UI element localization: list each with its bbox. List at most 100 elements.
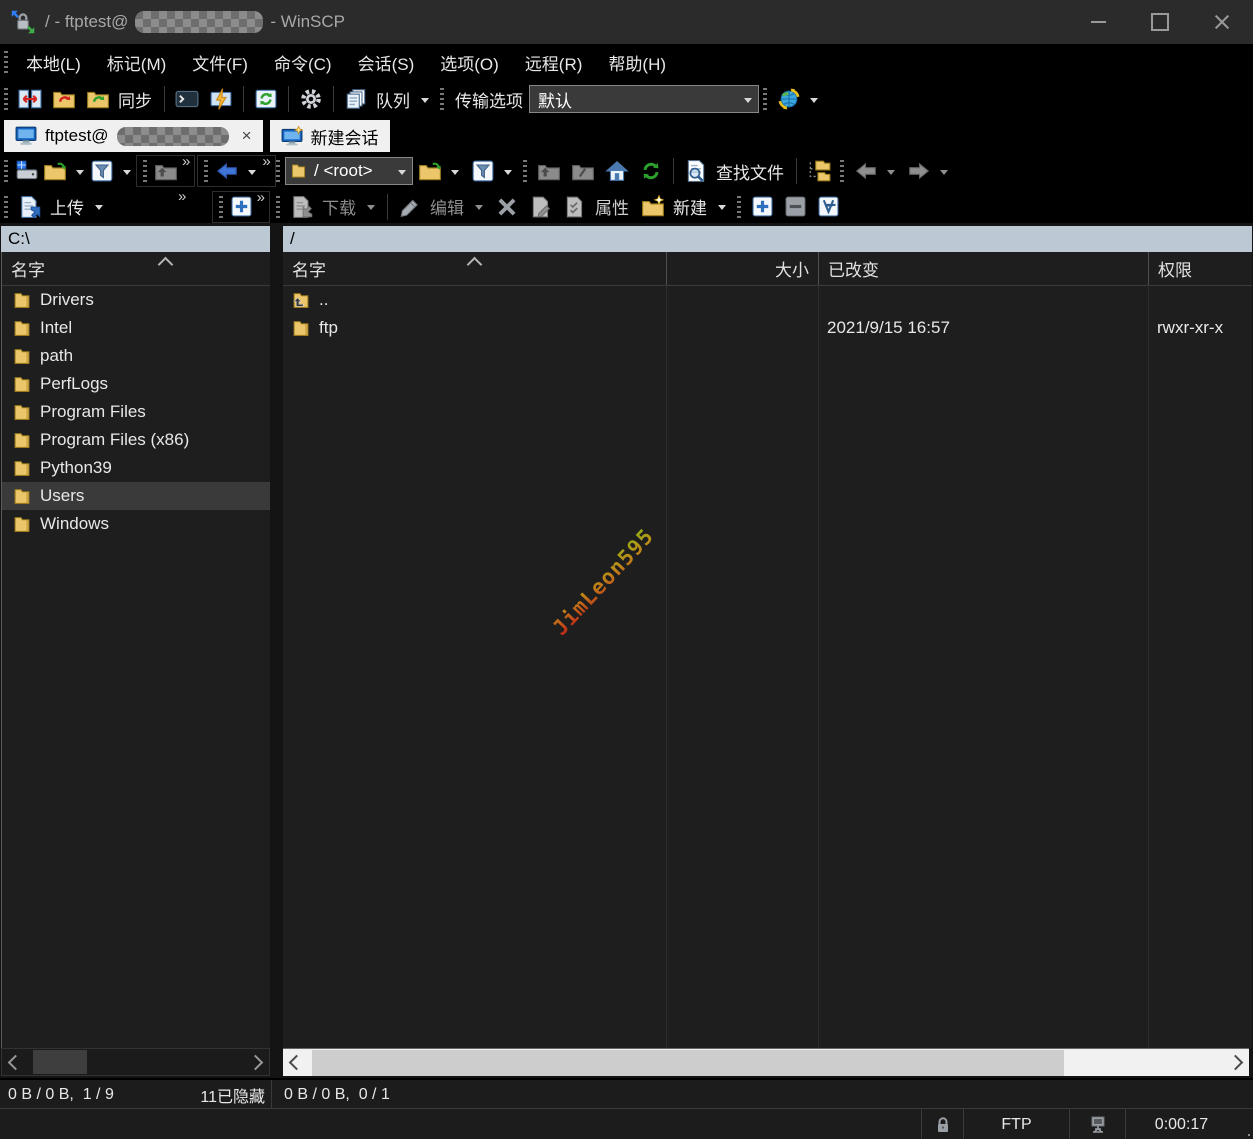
scroll-right-icon[interactable] <box>1228 1055 1244 1071</box>
open-directory-dropdown-icon[interactable] <box>76 170 84 175</box>
menu-remote[interactable]: 远程(R) <box>512 50 596 75</box>
menu-session[interactable]: 会话(S) <box>345 50 428 75</box>
local-path-bar[interactable]: C:\ <box>1 226 270 252</box>
close-button[interactable] <box>1191 0 1253 44</box>
toolbar-grip[interactable] <box>276 160 280 182</box>
overflow-chevron[interactable]: » <box>257 192 265 204</box>
upload-dropdown-icon[interactable] <box>95 205 103 210</box>
edit-button[interactable]: 编辑 <box>393 191 490 222</box>
remote-refresh-button[interactable] <box>634 156 668 186</box>
download-button[interactable]: 下载 <box>285 191 382 222</box>
file-row-parent[interactable]: .. <box>283 286 1252 314</box>
session-color-button[interactable] <box>772 84 825 114</box>
new-button[interactable]: 新建 <box>636 191 733 222</box>
local-select-button[interactable] <box>228 192 255 221</box>
menu-commands[interactable]: 命令(C) <box>261 50 345 75</box>
file-row-program-files-x86[interactable]: Program Files (x86) <box>2 426 270 454</box>
file-row-intel[interactable]: Intel <box>2 314 270 342</box>
tab-close-button[interactable]: × <box>242 126 252 146</box>
refresh-session-button[interactable] <box>249 84 283 114</box>
overflow-chevron[interactable]: » <box>178 191 186 203</box>
toolbar-grip[interactable] <box>737 196 741 218</box>
transfer-settings-combo[interactable]: 默认 <box>529 85 759 113</box>
scroll-left-icon[interactable] <box>8 1054 24 1070</box>
toolbar-grip[interactable] <box>4 88 8 110</box>
toolbar-grip[interactable] <box>440 88 444 110</box>
swap-panels-button[interactable] <box>13 84 47 114</box>
local-open-directory-button[interactable] <box>41 156 88 186</box>
toolbar-grip[interactable] <box>840 160 844 182</box>
forward-dropdown-icon[interactable] <box>940 170 948 175</box>
local-back-button[interactable] <box>213 156 260 186</box>
find-files-button[interactable]: 查找文件 <box>679 156 791 187</box>
new-dropdown-icon[interactable] <box>718 205 726 210</box>
local-header-name[interactable]: 名字 <box>2 252 54 285</box>
back-dropdown-icon[interactable] <box>887 170 895 175</box>
menu-file[interactable]: 文件(F) <box>179 50 261 75</box>
local-scrollbar-thumb[interactable] <box>33 1050 87 1074</box>
remote-filter-button[interactable] <box>466 156 519 186</box>
session-color-dropdown-icon[interactable] <box>810 98 818 103</box>
properties-button[interactable]: 属性 <box>558 191 636 222</box>
filter-dropdown-icon[interactable] <box>123 170 131 175</box>
synchronize-browsing-button[interactable] <box>47 84 81 114</box>
remote-select-button[interactable] <box>746 192 779 221</box>
file-row-windows[interactable]: Windows <box>2 510 270 538</box>
toolbar-grip[interactable] <box>4 196 8 218</box>
resize-grip[interactable] <box>1237 1109 1253 1139</box>
protocol-cell[interactable]: FTP <box>963 1109 1069 1139</box>
local-drive-button[interactable] <box>13 156 41 186</box>
menubar-grip[interactable] <box>4 51 8 73</box>
local-filter-button[interactable] <box>88 156 135 186</box>
preferences-button[interactable] <box>294 84 328 114</box>
menu-help[interactable]: 帮助(H) <box>595 50 679 75</box>
local-parent-directory-button[interactable] <box>152 156 180 186</box>
remote-directory-combo[interactable]: / <root> <box>285 157 413 185</box>
synchronize-button[interactable]: 同步 <box>81 84 159 115</box>
menu-local[interactable]: 本地(L) <box>13 50 94 75</box>
remote-header-size[interactable]: 大小 <box>666 252 818 285</box>
minimize-button[interactable] <box>1067 0 1129 44</box>
remote-root-directory-button[interactable] <box>566 156 600 186</box>
overflow-chevron[interactable]: » <box>182 156 190 168</box>
remote-unselect-button[interactable] <box>779 192 812 221</box>
file-row-ftp[interactable]: ftp 2021/9/15 16:57 rwxr-xr-x <box>283 314 1252 342</box>
maximize-button[interactable] <box>1129 0 1191 44</box>
queue-button[interactable]: 队列 <box>339 84 436 115</box>
toolbar-grip[interactable] <box>219 196 223 218</box>
remote-header-rights[interactable]: 权限 <box>1148 252 1252 285</box>
remote-scrollbar-thumb[interactable] <box>312 1050 1064 1076</box>
remote-open-directory-button[interactable] <box>413 156 466 186</box>
overflow-chevron[interactable]: » <box>262 156 270 168</box>
toolbar-grip[interactable] <box>143 160 147 182</box>
connection-status-cell[interactable] <box>1069 1109 1125 1139</box>
remote-parent-directory-button[interactable] <box>532 156 566 186</box>
queue-dropdown-icon[interactable] <box>421 98 429 103</box>
local-horizontal-scrollbar[interactable] <box>1 1048 270 1076</box>
file-row-python39[interactable]: Python39 <box>2 454 270 482</box>
filter-dropdown-icon[interactable] <box>504 170 512 175</box>
delete-button[interactable] <box>490 192 524 222</box>
open-terminal-button[interactable] <box>170 84 204 114</box>
file-row-drivers[interactable]: Drivers <box>2 286 270 314</box>
directory-tree-button[interactable] <box>802 156 836 186</box>
invert-selection-button[interactable] <box>812 192 845 221</box>
session-tab-active[interactable]: ftptest@ × <box>4 120 263 152</box>
file-row-perflogs[interactable]: PerfLogs <box>2 370 270 398</box>
remote-header-changed[interactable]: 已改变 <box>818 252 1148 285</box>
new-session-tab[interactable]: 新建会话 <box>270 120 390 152</box>
toolbar-grip[interactable] <box>204 160 208 182</box>
file-row-users-selected[interactable]: Users <box>2 482 270 510</box>
file-row-path[interactable]: path <box>2 342 270 370</box>
rename-button[interactable] <box>524 192 558 222</box>
toolbar-grip[interactable] <box>763 88 767 110</box>
edit-dropdown-icon[interactable] <box>475 205 483 210</box>
open-directory-dropdown-icon[interactable] <box>451 170 459 175</box>
menu-mark[interactable]: 标记(M) <box>94 50 179 75</box>
toolbar-grip[interactable] <box>276 196 280 218</box>
remote-forward-button[interactable] <box>902 156 955 186</box>
new-session-shortcut-button[interactable] <box>204 84 238 114</box>
remote-horizontal-scrollbar[interactable] <box>283 1048 1249 1076</box>
scroll-right-icon[interactable] <box>248 1054 264 1070</box>
menu-options[interactable]: 选项(O) <box>427 50 512 75</box>
